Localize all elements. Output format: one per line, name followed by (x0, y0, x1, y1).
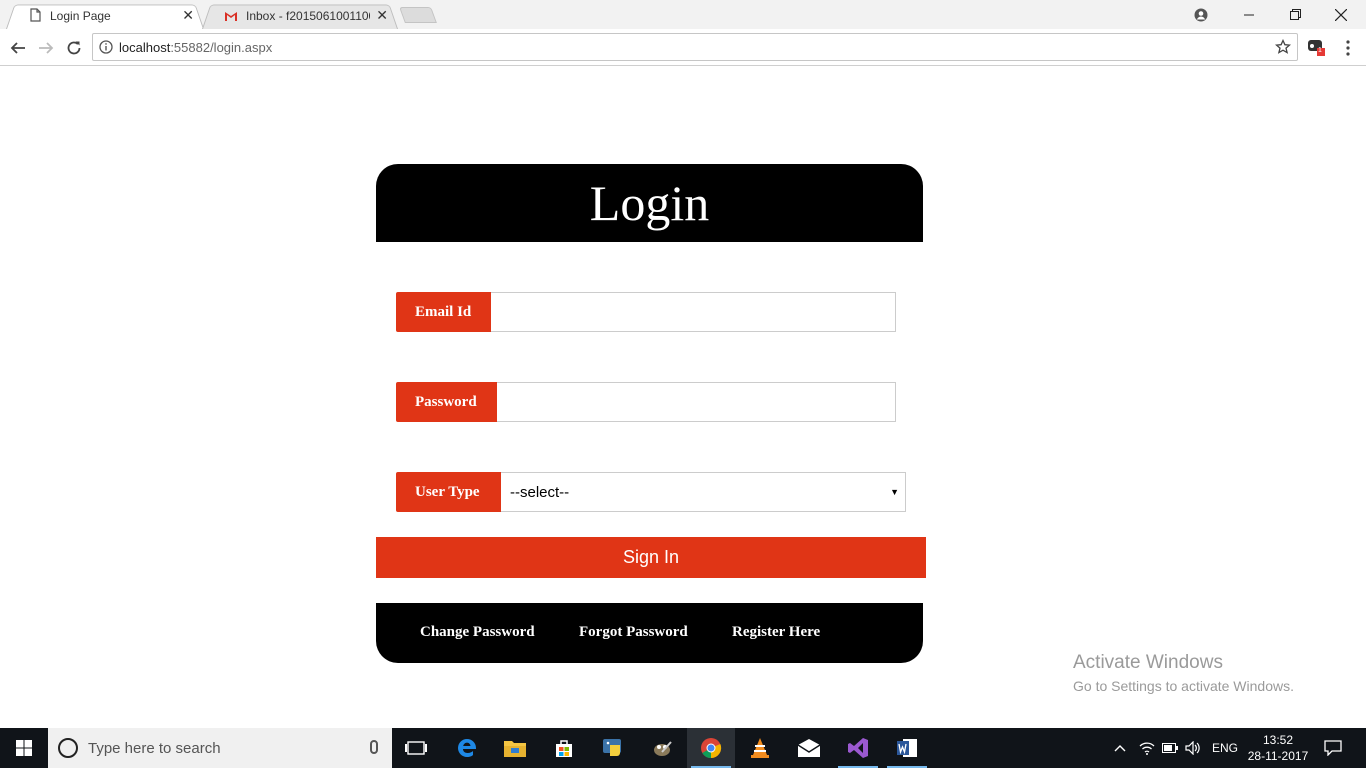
clock-date: 28-11-2017 (1247, 749, 1309, 763)
email-input[interactable] (491, 292, 896, 332)
url-text: localhost:55882/login.aspx (119, 40, 272, 55)
activate-windows-watermark: Activate Windows Go to Settings to activ… (1073, 652, 1294, 694)
volume-icon[interactable] (1185, 728, 1203, 768)
address-bar[interactable]: localhost:55882/login.aspx (92, 33, 1298, 61)
password-input[interactable] (497, 382, 896, 422)
file-explorer-icon[interactable] (491, 728, 539, 768)
tab-title: Inbox - f20150610011007 (246, 8, 371, 23)
battery-icon[interactable] (1162, 728, 1180, 768)
password-label: Password (396, 382, 497, 422)
microphone-icon[interactable] (370, 740, 378, 754)
sign-in-button[interactable]: Sign In (376, 537, 926, 578)
python-icon[interactable] (589, 728, 637, 768)
notification-center-icon[interactable] (1324, 728, 1344, 768)
mail-icon[interactable] (785, 728, 833, 768)
cortana-icon (58, 738, 78, 758)
task-view-icon[interactable] (392, 728, 440, 768)
clock-time: 13:52 (1262, 733, 1294, 747)
bookmark-star-icon[interactable] (1274, 38, 1292, 60)
user-type-field-group: User Type --select-- ▼ (396, 472, 906, 512)
word-icon[interactable] (883, 728, 931, 768)
taskbar-search-box[interactable]: Type here to search (48, 728, 392, 768)
register-here-link[interactable]: Register Here (732, 624, 820, 641)
menu-dots-icon[interactable] (1337, 37, 1359, 59)
user-type-selected-value: --select-- (510, 483, 570, 501)
windows-start-icon[interactable] (0, 728, 48, 768)
login-footer: Change Password Forgot Password Register… (376, 603, 923, 663)
user-type-label: User Type (396, 472, 501, 512)
reload-icon[interactable] (63, 37, 85, 59)
visual-studio-icon[interactable] (834, 728, 882, 768)
search-placeholder: Type here to search (88, 739, 221, 757)
vlc-icon[interactable] (736, 728, 784, 768)
browser-toolbar: localhost:55882/login.aspx 1 (0, 29, 1366, 66)
gimp-icon[interactable] (638, 728, 686, 768)
forward-arrow-icon[interactable] (35, 37, 57, 59)
tab-title: Login Page (50, 8, 111, 23)
watermark-subtitle: Go to Settings to activate Windows. (1073, 678, 1294, 694)
tab-login-page[interactable]: Login Page ✕ (6, 2, 204, 30)
extension-badge: 1 (1318, 47, 1322, 54)
profile-icon[interactable] (1178, 0, 1224, 29)
system-clock[interactable]: 13:52 28-11-2017 (1240, 732, 1316, 764)
password-field-group: Password (396, 382, 896, 422)
url-path: :55882/login.aspx (170, 39, 273, 55)
user-type-select[interactable]: --select-- ▼ (501, 472, 906, 512)
info-icon[interactable] (93, 40, 119, 54)
change-password-link[interactable]: Change Password (420, 624, 535, 641)
restore-icon[interactable] (1272, 0, 1318, 29)
taskbar: Type here to search ENG 13:52 28-11-2017 (0, 728, 1366, 768)
close-tab-icon[interactable]: ✕ (182, 7, 194, 24)
back-arrow-icon[interactable] (7, 37, 29, 59)
watermark-title: Activate Windows (1073, 652, 1223, 673)
wifi-icon[interactable] (1139, 728, 1157, 768)
url-host: localhost (119, 39, 171, 55)
close-tab-icon[interactable]: ✕ (376, 7, 388, 24)
browser-tab-strip: Login Page ✕ Inbox - f20150610011007 ✕ (0, 0, 1366, 30)
show-hidden-icons-chevron-icon[interactable] (1114, 728, 1130, 768)
forgot-password-link[interactable]: Forgot Password (579, 624, 688, 641)
email-label: Email Id (396, 292, 491, 332)
close-window-icon[interactable] (1318, 0, 1364, 29)
minimize-icon[interactable] (1226, 0, 1272, 29)
extension-icon[interactable]: 1 (1305, 36, 1327, 58)
email-field-group: Email Id (396, 292, 896, 332)
edge-browser-icon[interactable] (443, 728, 491, 768)
chrome-icon[interactable] (687, 728, 735, 768)
login-title: Login (589, 175, 710, 231)
login-header: Login (376, 164, 923, 242)
dropdown-arrow-icon: ▼ (890, 487, 899, 497)
tab-inbox[interactable]: Inbox - f20150610011007 ✕ (202, 2, 398, 30)
store-icon[interactable] (540, 728, 588, 768)
new-tab-button[interactable] (399, 7, 437, 23)
language-indicator[interactable]: ENG (1212, 728, 1238, 768)
